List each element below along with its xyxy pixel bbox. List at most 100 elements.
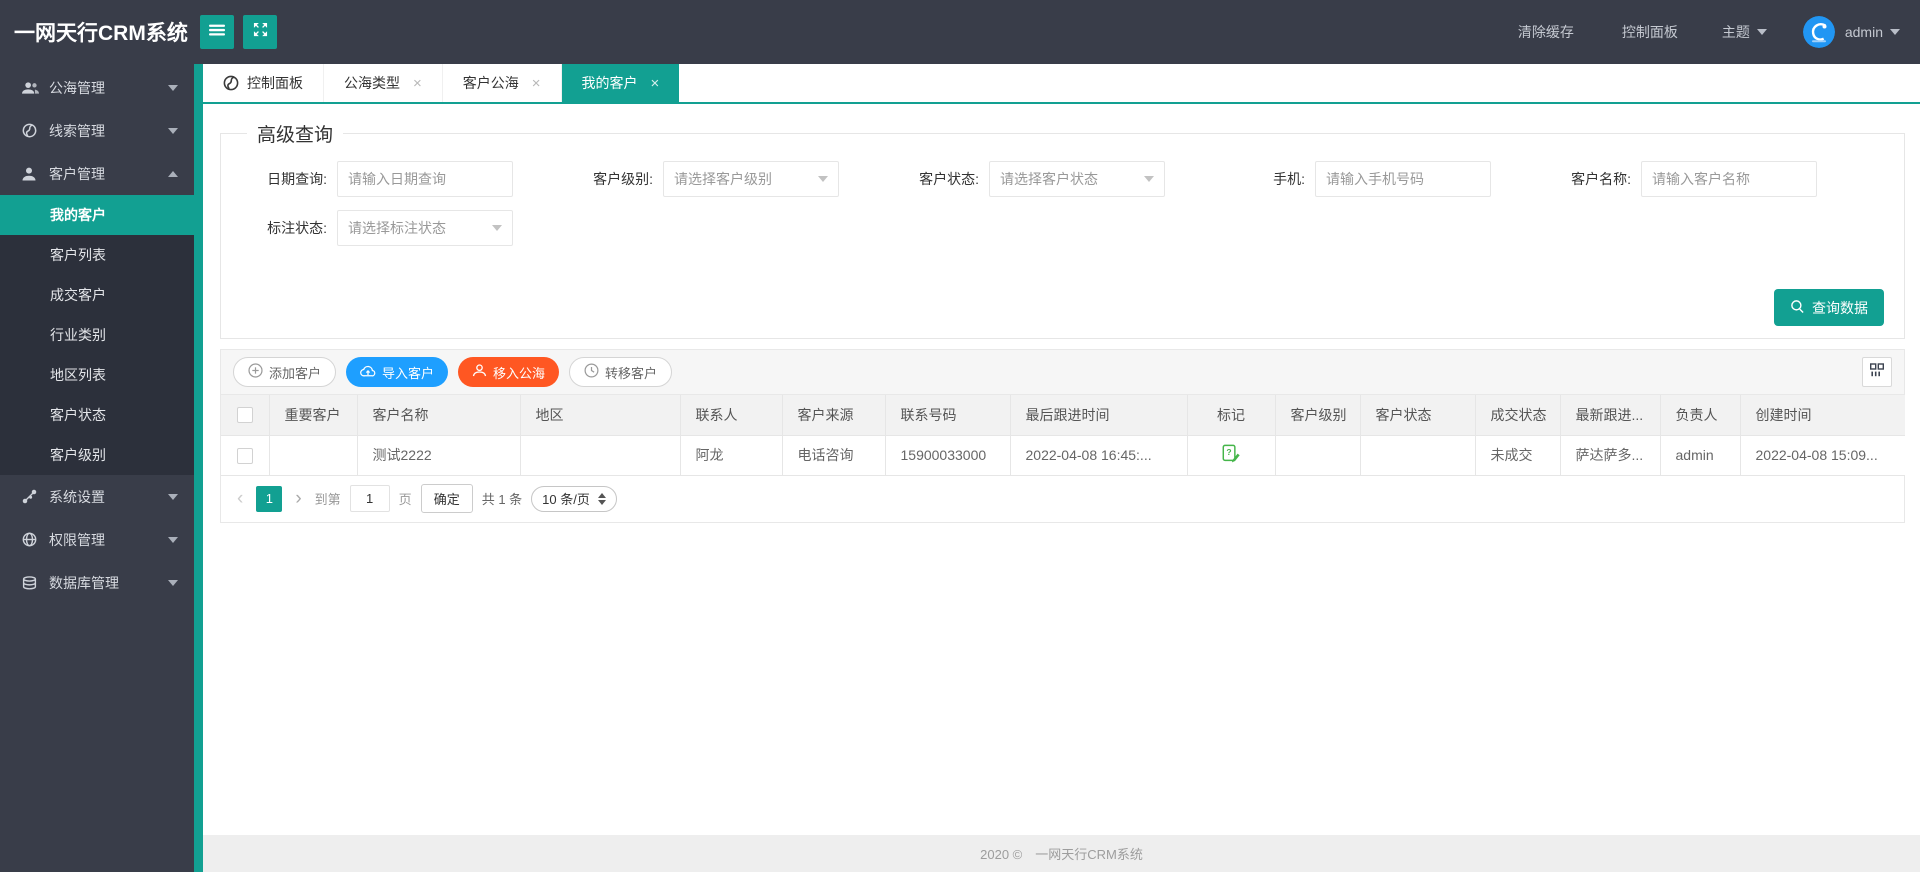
column-header: 负责人 (1660, 395, 1741, 436)
select-all-cell (221, 395, 270, 436)
table-header-row: 重要客户 客户名称 地区 联系人 客户来源 联系号码 最后跟进时间 标记 客户级别 客户状态 成交状… (221, 395, 1905, 436)
toolbar-button-2[interactable]: 导入客户 (346, 357, 449, 387)
query-button-row: 查询数据 (241, 289, 1884, 326)
sidebar-subitem[interactable]: 成交客户 (0, 275, 194, 315)
field-label: 客户名称: (1571, 171, 1631, 187)
mark-edit-icon[interactable]: ? (1222, 444, 1240, 466)
sidebar-subitem[interactable]: 我的客户 (0, 195, 194, 235)
toolbar-button-3[interactable]: 移入公海 (458, 357, 560, 387)
sidebar-subitem[interactable]: 行业类别 (0, 315, 194, 355)
table-cell: 2022-04-08 15:09... (1740, 435, 1905, 476)
field-label: 标注状态: (267, 220, 327, 236)
sidebar-item-1[interactable]: 公海管理 (0, 66, 194, 109)
column-header: 重要客户 (269, 395, 358, 436)
toolbar-right (1862, 357, 1892, 387)
table-cell (1275, 435, 1361, 476)
sidebar-subitem[interactable]: 客户状态 (0, 395, 194, 435)
sidebar-item-label: 权限管理 (49, 531, 105, 548)
table-cell: 2022-04-08 16:45:... (1010, 435, 1188, 476)
search-button-label: 查询数据 (1812, 299, 1868, 316)
field-input[interactable] (1641, 161, 1817, 197)
current-page-button[interactable]: 1 (256, 485, 283, 512)
globe-grid-icon (22, 532, 49, 547)
close-icon[interactable]: × (651, 75, 660, 92)
tab-4[interactable]: 我的客户 × (561, 64, 680, 102)
sidebar-item-2[interactable]: 线索管理 (0, 109, 194, 152)
header-right: 清除缓存 控制面板 主题 admin (1494, 16, 1920, 48)
row-checkbox[interactable] (236, 447, 253, 464)
sidebar-item-5[interactable]: 权限管理 (0, 518, 194, 561)
field-select[interactable]: 请选择客户状态 (989, 161, 1165, 197)
close-icon[interactable]: × (532, 75, 541, 92)
tab-1[interactable]: 控制面板 (203, 64, 324, 102)
sidebar-item-3[interactable]: 客户管理 (0, 152, 194, 195)
table-cell (269, 435, 358, 476)
toggle-columns-button[interactable] (1862, 357, 1892, 387)
page-size-select[interactable]: 10 条/页 (531, 485, 617, 512)
goto-label: 到第 (314, 492, 341, 507)
sidebar-item-6[interactable]: 数据库管理 (0, 561, 194, 604)
tab-2[interactable]: 公海类型 × (324, 64, 443, 102)
field-input[interactable] (337, 161, 513, 197)
page-unit-label: 页 (398, 492, 412, 507)
sidebar-item-4[interactable]: 系统设置 (0, 475, 194, 518)
column-header: 客户名称 (357, 395, 521, 436)
upload-cloud-icon (360, 364, 376, 381)
toolbar-button-4[interactable]: 转移客户 (569, 357, 673, 387)
table-cell: 萨达萨多... (1560, 435, 1661, 476)
select-all-checkbox[interactable] (236, 407, 253, 424)
fullscreen-icon (253, 22, 268, 42)
column-header: 成交状态 (1475, 395, 1561, 436)
chevron-down-icon (1756, 29, 1767, 35)
top-header: 一网天行CRM系统 清除缓存 控制面板 主题 admin (0, 0, 1920, 64)
clock-icon (584, 363, 599, 381)
sidebar-subitem[interactable]: 客户列表 (0, 235, 194, 275)
table-cell: 阿龙 (680, 435, 783, 476)
next-page-button[interactable]: › (291, 489, 305, 508)
pagination-bar: ‹ 1 › 到第 页 确定 共 1 条 10 条/页 (221, 475, 1904, 522)
field-label: 手机: (1273, 171, 1305, 187)
column-header: 标记 (1187, 395, 1276, 436)
table-cell: admin (1660, 435, 1741, 476)
column-header: 客户状态 (1360, 395, 1476, 436)
control-panel-link[interactable]: 控制面板 (1622, 22, 1678, 42)
field-select[interactable]: 请选择客户级别 (663, 161, 839, 197)
tab-label: 控制面板 (247, 75, 303, 91)
row-select-cell (221, 435, 270, 476)
fullscreen-button[interactable] (243, 15, 277, 49)
theme-dropdown[interactable]: 主题 (1722, 22, 1767, 42)
columns-grid-icon (1869, 362, 1885, 383)
plus-circle-icon (248, 363, 263, 381)
chevron-down-icon (1890, 29, 1900, 35)
table-row: 测试2222 阿龙 电话咨询 15900033000 2022-04-08 16:45:… (221, 435, 1905, 476)
avatar[interactable] (1802, 16, 1835, 48)
user-dropdown[interactable]: admin (1845, 24, 1900, 40)
goto-page-input[interactable] (349, 485, 390, 512)
toolbar-button-label: 导入客户 (382, 365, 435, 381)
field-select[interactable]: 请选择标注状态 (337, 210, 513, 246)
chevron-down-icon (168, 84, 178, 91)
sidebar-subitem[interactable]: 客户级别 (0, 435, 194, 475)
total-count-label: 共 1 条 (481, 492, 523, 507)
field-label: 日期查询: (267, 171, 327, 187)
field-input[interactable] (1315, 161, 1491, 197)
clear-cache-link[interactable]: 清除缓存 (1518, 22, 1574, 42)
sidebar-subitem[interactable]: 地区列表 (0, 355, 194, 395)
search-data-button[interactable]: 查询数据 (1774, 289, 1884, 326)
sidebar-item-label: 线索管理 (49, 122, 105, 139)
column-header: 创建时间 (1740, 395, 1905, 436)
user-icon (22, 167, 49, 181)
updown-arrows-icon (597, 492, 606, 505)
content-area: 高级查询 日期查询: 客户级别: 请选择客户级别 客户状态: 请选择客户状态 手机: 客户名… (203, 104, 1920, 835)
globe-icon (223, 75, 239, 91)
close-icon[interactable]: × (413, 75, 422, 92)
toolbar-button-1[interactable]: 添加客户 (233, 357, 337, 387)
collapse-menu-button[interactable] (200, 15, 234, 49)
confirm-page-button[interactable]: 确定 (420, 484, 473, 513)
sidebar: 公海管理线索管理客户管理 我的客户 客户列表 成交客户 行业类别 地区列表 客户状态 客户级别… (0, 64, 203, 872)
prev-page-button[interactable]: ‹ (233, 489, 247, 508)
tab-label: 公海类型 (344, 75, 400, 91)
tab-3[interactable]: 客户公海 × (443, 64, 562, 102)
share-nodes-icon (22, 489, 49, 504)
column-header: 联系人 (680, 395, 783, 436)
